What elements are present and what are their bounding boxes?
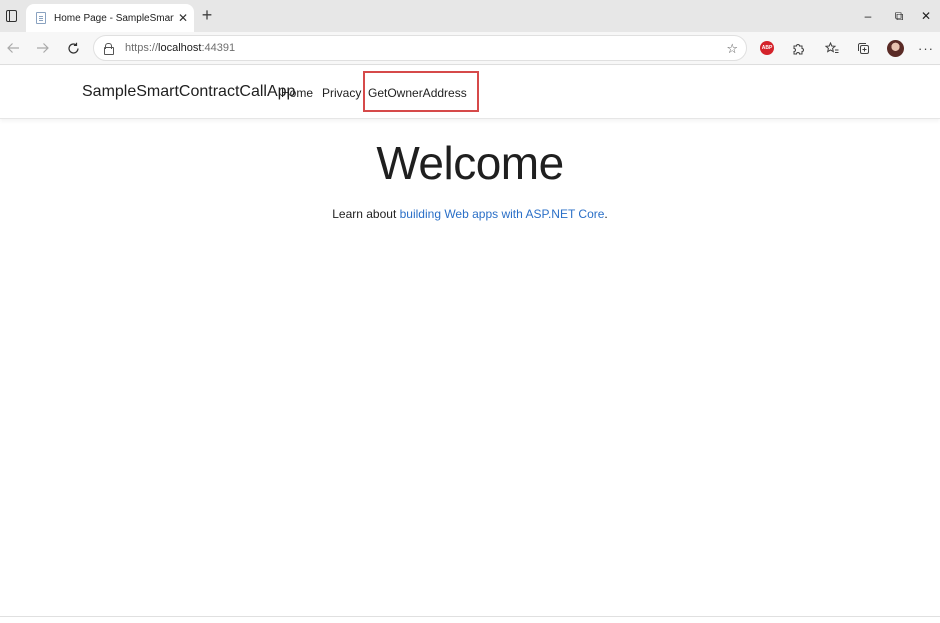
browser-tab-active[interactable]: Home Page - SampleSmartContr ✕ (26, 4, 194, 32)
page-favicon-icon (36, 12, 46, 24)
docs-link[interactable]: building Web apps with ASP.NET Core (400, 207, 605, 221)
lock-icon[interactable] (104, 43, 114, 55)
new-tab-button[interactable]: + (198, 6, 216, 24)
close-window-button[interactable]: ✕ (910, 0, 940, 32)
adblock-extension-button[interactable]: ABP (756, 37, 778, 59)
nav-link-home[interactable]: Home (281, 86, 313, 100)
address-bar[interactable]: https://localhost:44391 ☆ (93, 35, 747, 61)
footer-divider (0, 616, 940, 617)
refresh-button[interactable] (62, 37, 84, 59)
tab-title: Home Page - SampleSmartContr (54, 12, 174, 24)
lead-prefix: Learn about (332, 207, 400, 221)
refresh-icon (67, 42, 79, 54)
add-favorite-icon[interactable]: ☆ (726, 41, 738, 57)
forward-arrow-icon (36, 43, 49, 53)
url-scheme: https:// (125, 42, 159, 54)
browser-toolbar: https://localhost:44391 ☆ ABP ··· (0, 32, 940, 65)
tab-close-icon[interactable]: ✕ (178, 12, 188, 24)
back-button[interactable] (2, 37, 24, 59)
avatar (886, 39, 904, 57)
lead-text: Learn about building Web apps with ASP.N… (0, 207, 940, 221)
tab-actions-icon (5, 10, 17, 22)
abp-icon: ABP (760, 41, 774, 55)
url-host: localhost (158, 42, 202, 54)
lead-suffix: . (604, 207, 608, 221)
minimize-button[interactable]: – (852, 0, 884, 32)
nav-link-privacy[interactable]: Privacy (322, 86, 361, 100)
extensions-button[interactable] (787, 37, 809, 59)
profile-button[interactable] (884, 37, 906, 59)
puzzle-icon (793, 43, 804, 54)
favorites-star-icon (825, 41, 839, 53)
tab-actions-button[interactable] (0, 0, 22, 32)
page-title: Welcome (376, 137, 564, 189)
site-navbar: SampleSmartContractCallApp Home Privacy … (0, 66, 940, 119)
settings-more-button[interactable]: ··· (915, 37, 937, 59)
more-dots-icon: ··· (918, 40, 934, 56)
tab-strip: Home Page - SampleSmartContr ✕ + – ⧉ ✕ (0, 0, 940, 32)
favorites-button[interactable] (821, 37, 843, 59)
back-arrow-icon (6, 43, 19, 53)
url-port: :44391 (201, 42, 236, 54)
highlight-annotation-box (363, 71, 479, 112)
forward-button[interactable] (31, 37, 53, 59)
collections-icon (857, 42, 869, 54)
brand-link[interactable]: SampleSmartContractCallApp (82, 83, 295, 101)
collections-button[interactable] (852, 37, 874, 59)
